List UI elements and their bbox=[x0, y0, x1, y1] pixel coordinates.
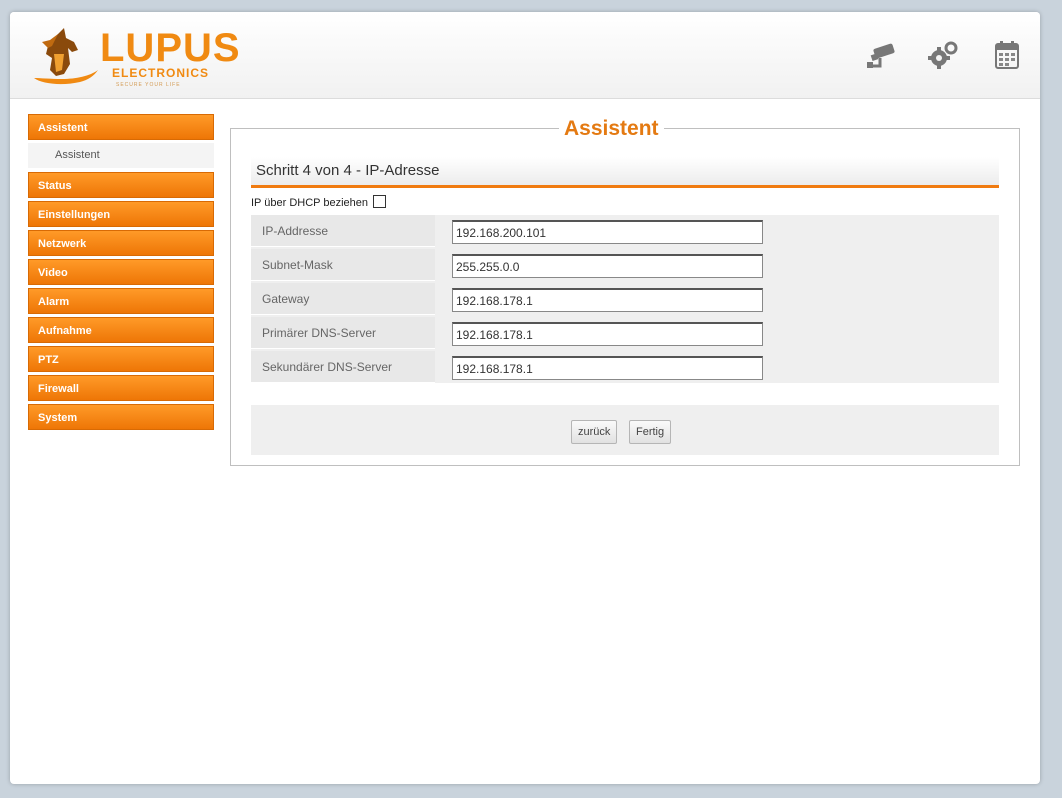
table-row: Gateway bbox=[251, 283, 999, 317]
calendar-icon[interactable] bbox=[990, 40, 1024, 70]
brand-tagline: SECURE YOUR LIFE bbox=[116, 82, 181, 88]
finish-button[interactable]: Fertig bbox=[629, 420, 672, 444]
nav-item-assistent[interactable]: Assistent bbox=[28, 114, 214, 140]
nav-item-status[interactable]: Status bbox=[28, 172, 214, 198]
subnet-mask-label: Subnet-Mask bbox=[251, 249, 435, 281]
nav-item-video[interactable]: Video bbox=[28, 259, 214, 285]
dhcp-label: IP über DHCP beziehen bbox=[251, 197, 368, 209]
primary-dns-input[interactable] bbox=[452, 322, 763, 346]
ip-settings-table: IP-Addresse Subnet-Mask Gateway Primärer… bbox=[251, 215, 999, 383]
brand-sub: ELECTRONICS bbox=[112, 66, 210, 80]
dhcp-checkbox[interactable] bbox=[373, 195, 386, 208]
primary-dns-label: Primärer DNS-Server bbox=[251, 317, 435, 349]
secondary-dns-input[interactable] bbox=[452, 356, 763, 380]
back-button[interactable]: zurück bbox=[571, 420, 618, 444]
panel-title: Assistent bbox=[559, 117, 664, 141]
camera-icon[interactable] bbox=[866, 40, 900, 70]
step-header: Schritt 4 von 4 - IP-Adresse bbox=[251, 157, 999, 188]
nav-item-firewall[interactable]: Firewall bbox=[28, 375, 214, 401]
nav-item-netzwerk[interactable]: Netzwerk bbox=[28, 230, 214, 256]
nav-item-ptz[interactable]: PTZ bbox=[28, 346, 214, 372]
app-window: LUPUS ELECTRONICS SECURE YOUR LIFE Assis… bbox=[10, 12, 1040, 784]
dhcp-option: IP über DHCP beziehen bbox=[251, 195, 386, 209]
brand-name: LUPUS bbox=[100, 26, 241, 70]
subnet-mask-input[interactable] bbox=[452, 254, 763, 278]
gateway-input[interactable] bbox=[452, 288, 763, 312]
gears-icon[interactable] bbox=[926, 40, 960, 70]
ip-address-label: IP-Addresse bbox=[251, 215, 435, 247]
nav-item-alarm[interactable]: Alarm bbox=[28, 288, 214, 314]
nav-item-aufnahme[interactable]: Aufnahme bbox=[28, 317, 214, 343]
ip-address-input[interactable] bbox=[452, 220, 763, 244]
nav-item-einstellungen[interactable]: Einstellungen bbox=[28, 201, 214, 227]
secondary-dns-label: Sekundärer DNS-Server bbox=[251, 351, 435, 383]
gateway-label: Gateway bbox=[251, 283, 435, 315]
sidebar-nav: Assistent Assistent Status Einstellungen… bbox=[28, 114, 214, 433]
assistant-panel: Assistent Schritt 4 von 4 - IP-Adresse I… bbox=[230, 117, 1020, 466]
button-bar: zurück Fertig bbox=[251, 405, 999, 455]
wolf-logo-icon bbox=[34, 28, 98, 85]
table-row: Primärer DNS-Server bbox=[251, 317, 999, 351]
table-row: Subnet-Mask bbox=[251, 249, 999, 283]
brand-logo[interactable]: LUPUS ELECTRONICS SECURE YOUR LIFE bbox=[28, 24, 248, 90]
nav-subitem-assistent[interactable]: Assistent bbox=[28, 143, 214, 168]
step-title: Schritt 4 von 4 - IP-Adresse bbox=[256, 162, 440, 179]
table-row: IP-Addresse bbox=[251, 215, 999, 249]
table-row: Sekundärer DNS-Server bbox=[251, 351, 999, 385]
nav-item-system[interactable]: System bbox=[28, 404, 214, 430]
header: LUPUS ELECTRONICS SECURE YOUR LIFE bbox=[10, 12, 1040, 99]
